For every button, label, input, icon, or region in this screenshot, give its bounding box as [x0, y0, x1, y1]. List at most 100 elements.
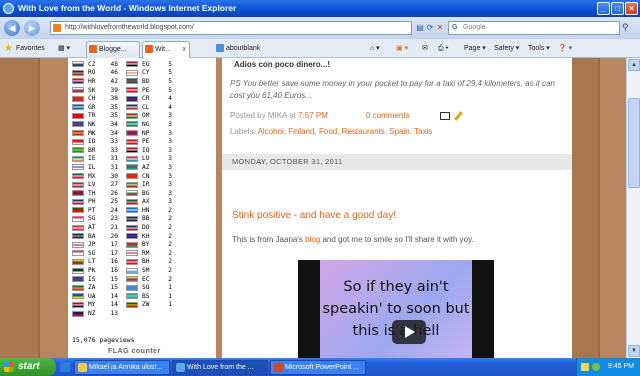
flag-icon	[126, 241, 138, 248]
flag-counter-row: HN 2	[126, 206, 196, 215]
post-title[interactable]: Stink positive - and have a good day!	[232, 210, 396, 221]
help-icon[interactable]: ❓ ▾	[558, 42, 572, 55]
scroll-down-icon[interactable]: ▼	[628, 345, 640, 357]
edit-pencil-icon[interactable]	[454, 111, 463, 121]
visitor-count: 3	[168, 189, 172, 197]
tray-icon[interactable]	[581, 363, 589, 371]
flag-counter-widget: CZ 48 RO 46 HR 42 SK 39 CH 38 GR 35 TR 35 NK 34 MK 34 ID 33…	[68, 58, 216, 358]
label-link[interactable]: Food	[319, 127, 337, 136]
country-code: BA	[88, 232, 96, 240]
back-button[interactable]: ◀	[4, 20, 20, 36]
start-button[interactable]: start	[0, 358, 56, 376]
label-link[interactable]: Finland	[288, 127, 314, 136]
flag-icon	[72, 138, 84, 145]
url-input[interactable]: http://withlovefromtheworld.blogspot.com…	[50, 21, 412, 35]
visitor-count: 15	[110, 284, 118, 292]
search-input[interactable]: G Google	[448, 21, 620, 35]
tab-with-love[interactable]: Wit... x	[142, 41, 190, 58]
taskbar-item-powerpoint[interactable]: Microsoft PowerPoint ...	[270, 360, 366, 375]
tab-row: ★ Favorites ▦ ▾ Blogge... Wit... x about…	[0, 39, 640, 58]
visitor-count: 3	[168, 198, 172, 206]
safety-menu[interactable]: Safety ▾	[494, 42, 519, 55]
print-icon[interactable]: ⎙ ▾	[438, 42, 449, 55]
taskbar-item-label: Mikael ja Annika ulos!...	[89, 364, 163, 371]
blog-content: Adios con poco dinero...! PS You better …	[222, 58, 572, 358]
minimize-button[interactable]: _	[597, 2, 610, 15]
close-tab-icon[interactable]: x	[183, 42, 187, 57]
play-button-icon[interactable]	[392, 320, 426, 344]
flag-icon	[72, 155, 84, 162]
vertical-scrollbar[interactable]: ▲ ▼	[626, 58, 640, 358]
country-code: SG	[88, 249, 96, 257]
close-button[interactable]: ×	[625, 2, 638, 15]
flag-counter-logo[interactable]: FLAG counter	[108, 346, 198, 358]
tray-network-icon[interactable]	[592, 363, 600, 371]
flag-counter-row: CL 4	[126, 103, 196, 112]
search-icon[interactable]: ⚲	[622, 22, 629, 33]
country-code: LU	[142, 155, 150, 163]
stop-icon[interactable]: ✕	[434, 22, 446, 34]
system-tray: 9:45 PM	[576, 358, 640, 376]
country-code: OM	[142, 112, 150, 120]
country-code: BB	[142, 215, 150, 223]
quick-tabs-button[interactable]: ▦ ▾	[58, 41, 70, 56]
scroll-thumb[interactable]	[628, 98, 640, 188]
visitor-count: 46	[110, 69, 118, 77]
country-code: GR	[88, 103, 96, 111]
visitor-count: 2	[168, 258, 172, 266]
country-code: MX	[88, 172, 96, 180]
home-icon[interactable]: ⌂ ▾	[370, 42, 380, 55]
visitor-count: 34	[110, 129, 118, 137]
visitor-count: 3	[168, 146, 172, 154]
ie-quicklaunch-icon[interactable]	[60, 362, 70, 372]
visitor-count: 5	[168, 77, 172, 85]
flag-counter-row: BD 5	[126, 77, 196, 86]
country-code: RO	[88, 69, 96, 77]
post-time-link[interactable]: 7:57 PM	[298, 111, 328, 120]
flag-icon	[126, 258, 138, 265]
embedded-video[interactable]: So if they ain't speakin' to soon but th…	[298, 260, 494, 358]
flag-icon	[72, 310, 84, 317]
country-code: MY	[88, 301, 96, 309]
label-link[interactable]: Spain	[389, 127, 409, 136]
posted-by-label: Posted by	[230, 111, 266, 120]
visitor-count: 34	[110, 120, 118, 128]
visitor-count: 14	[110, 301, 118, 309]
label-link[interactable]: Taxis	[414, 127, 432, 136]
rss-icon[interactable]: ▣ ▾	[396, 42, 408, 55]
scroll-up-icon[interactable]: ▲	[628, 59, 640, 71]
country-code: TH	[88, 189, 96, 197]
label-link[interactable]: Restaurants	[342, 127, 385, 136]
google-icon: G	[452, 24, 458, 31]
flag-icon	[126, 112, 138, 119]
flag-counter-row: SM 2	[126, 266, 196, 275]
taskbar-item-folder[interactable]: Mikael ja Annika ulos!...	[74, 360, 170, 375]
flag-counter-row: BY 2	[126, 240, 196, 249]
flag-icon	[72, 87, 84, 94]
tab-blogger[interactable]: Blogge...	[86, 41, 140, 58]
flag-icon	[72, 147, 84, 154]
page-menu[interactable]: Page ▾	[464, 42, 486, 55]
email-post-icon[interactable]	[440, 112, 450, 120]
maximize-button[interactable]: □	[611, 2, 624, 15]
forward-button[interactable]: ▶	[24, 20, 40, 36]
flag-icon	[126, 250, 138, 257]
label-link[interactable]: Alcohol	[258, 127, 284, 136]
comments-link[interactable]: 0 comments	[366, 111, 410, 120]
flag-icon	[72, 293, 84, 300]
flag-icon	[72, 267, 84, 274]
flag-icon	[126, 267, 138, 274]
flag-icon	[126, 138, 138, 145]
start-label: start	[18, 361, 40, 372]
mail-icon[interactable]: ✉	[422, 42, 428, 55]
author-name: MIKA	[267, 111, 287, 120]
blog-link[interactable]: blog	[305, 235, 320, 244]
tab-aboutblank[interactable]: aboutblank	[214, 41, 266, 58]
tools-menu[interactable]: Tools ▾	[528, 42, 550, 55]
flag-column-right: EG 5 CY 5 BD 5 PE 5 CR 4 CL 4 OM 3 NG 3 NP 3 PE 3 IQ 3 LU 3 AZ 3 C…	[126, 60, 196, 309]
pageviews-count: 15,076 pageviews	[72, 336, 135, 344]
taskbar-item-ie[interactable]: With Love from the ...	[172, 360, 268, 375]
taskbar-item-label: Microsoft PowerPoint ...	[285, 364, 359, 371]
favorites-button[interactable]: ★ Favorites	[4, 42, 45, 55]
favorites-label: Favorites	[16, 45, 45, 52]
